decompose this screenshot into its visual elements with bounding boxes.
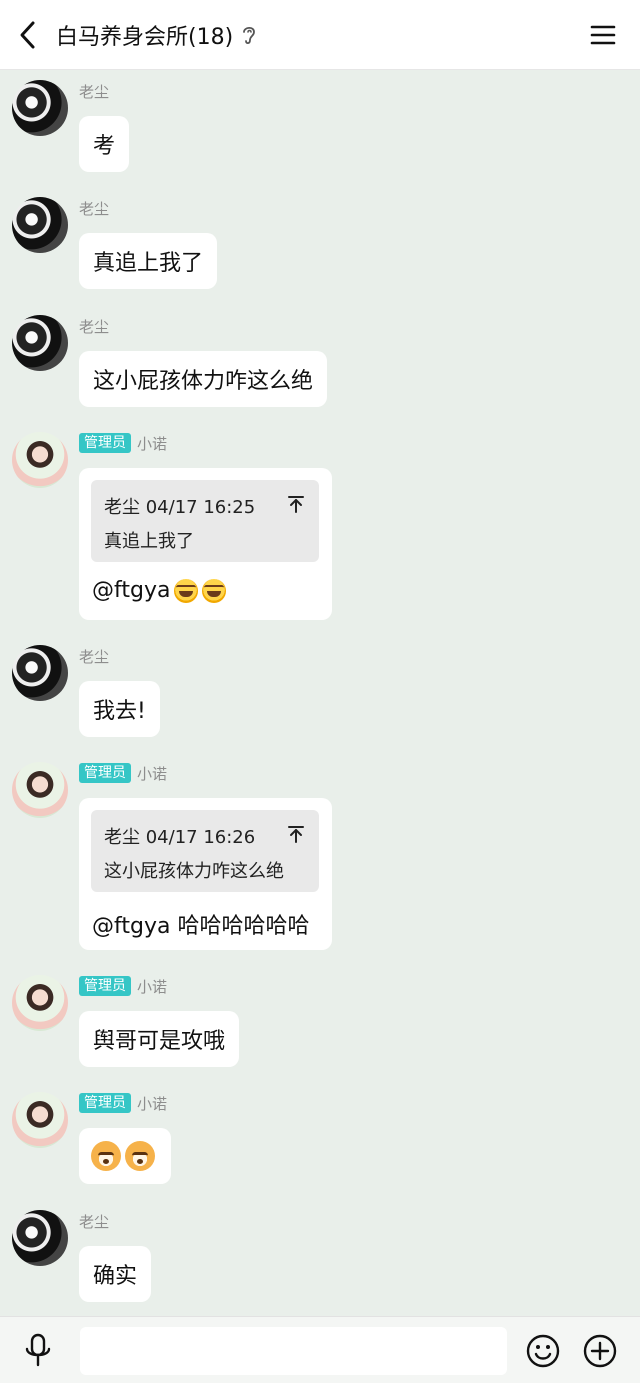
jump-to-original-icon[interactable]	[287, 494, 305, 514]
sender-name: 小诺	[137, 1094, 168, 1113]
voice-button[interactable]	[22, 1333, 54, 1369]
message-input[interactable]	[80, 1327, 507, 1375]
quoted-message[interactable]: 老尘 04/17 16:26 这小屁孩体力咋这么绝	[91, 810, 319, 892]
message-bubble[interactable]	[79, 1128, 171, 1184]
quote-text: 真追上我了	[104, 531, 194, 552]
reply-bubble[interactable]: 老尘 04/17 16:26 这小屁孩体力咋这么绝 @ftgya 哈哈哈哈哈哈	[79, 798, 332, 950]
message-meta: 老尘	[79, 645, 109, 667]
ear-icon[interactable]	[241, 24, 257, 46]
message-meta: 管理员 小诺	[79, 975, 167, 997]
reply-text-row: @ftgya	[92, 578, 227, 603]
avatar[interactable]	[12, 645, 68, 701]
chat-title[interactable]: 白马养身会所(18)	[56, 19, 233, 51]
reply-text-row: @ftgya 哈哈哈哈哈哈	[92, 908, 309, 940]
message-meta: 管理员 小诺	[79, 762, 167, 784]
message-bubble[interactable]: 真追上我了	[79, 233, 218, 289]
admin-badge: 管理员	[79, 976, 131, 996]
avatar[interactable]	[12, 762, 68, 818]
emoji-button[interactable]	[525, 1333, 561, 1369]
smiley-icon	[526, 1334, 560, 1368]
jump-to-original-icon[interactable]	[287, 824, 305, 844]
sender-name: 老尘	[79, 647, 110, 666]
doge-emoji-icon	[91, 1141, 121, 1171]
sender-name: 老尘	[79, 317, 110, 336]
sender-name: 老尘	[79, 199, 110, 218]
message-bubble[interactable]: 舆哥可是攻哦	[79, 1011, 240, 1067]
hamburger-menu-icon	[590, 25, 616, 45]
reply-bubble[interactable]: 老尘 04/17 16:25 真追上我了 @ftgya	[79, 468, 332, 620]
laugh-emoji-icon	[174, 578, 199, 603]
admin-badge: 管理员	[79, 1093, 131, 1113]
avatar[interactable]	[12, 80, 68, 136]
laugh-emoji-icon	[202, 578, 227, 603]
message-bubble[interactable]: 这小屁孩体力咋这么绝	[79, 351, 328, 407]
chevron-left-icon	[20, 21, 35, 48]
admin-badge: 管理员	[79, 433, 131, 453]
sender-name: 小诺	[137, 764, 168, 783]
back-button[interactable]	[2, 0, 54, 70]
sender-name: 小诺	[137, 977, 168, 996]
message-bubble[interactable]: 我去!	[79, 681, 160, 737]
avatar[interactable]	[12, 1092, 68, 1148]
menu-button[interactable]	[588, 20, 618, 50]
message-list[interactable]: 老尘 考 老尘 真追上我了 老尘 这小屁孩体力咋这么绝 管理员 小诺 老尘 04…	[0, 70, 640, 1316]
microphone-icon	[25, 1333, 51, 1367]
avatar[interactable]	[12, 432, 68, 488]
admin-badge: 管理员	[79, 763, 131, 783]
message-meta: 管理员 小诺	[79, 1092, 167, 1114]
quote-text: 这小屁孩体力咋这么绝	[104, 861, 284, 882]
avatar[interactable]	[12, 315, 68, 371]
sender-name: 小诺	[137, 434, 168, 453]
quote-header: 老尘 04/17 16:26	[104, 827, 256, 848]
message-bubble[interactable]: 考	[79, 116, 130, 172]
chat-header: 白马养身会所(18)	[0, 0, 640, 70]
input-bar	[0, 1316, 640, 1383]
avatar[interactable]	[12, 1210, 68, 1266]
message-meta: 老尘	[79, 1210, 109, 1232]
doge-emoji-icon	[125, 1141, 155, 1171]
message-meta: 管理员 小诺	[79, 432, 167, 454]
message-meta: 老尘	[79, 197, 109, 219]
message-bubble[interactable]: 确实	[79, 1246, 152, 1302]
quoted-message[interactable]: 老尘 04/17 16:25 真追上我了	[91, 480, 319, 562]
avatar[interactable]	[12, 197, 68, 253]
message-meta: 老尘	[79, 315, 109, 337]
sender-name: 老尘	[79, 1212, 110, 1231]
sender-name: 老尘	[79, 82, 110, 101]
message-meta: 老尘	[79, 80, 109, 102]
avatar[interactable]	[12, 975, 68, 1031]
reply-text: @ftgya 哈哈哈哈哈哈	[92, 914, 310, 939]
more-button[interactable]	[582, 1333, 618, 1369]
quote-header: 老尘 04/17 16:25	[104, 497, 256, 518]
reply-text: @ftgya	[92, 578, 171, 603]
plus-circle-icon	[583, 1334, 617, 1368]
